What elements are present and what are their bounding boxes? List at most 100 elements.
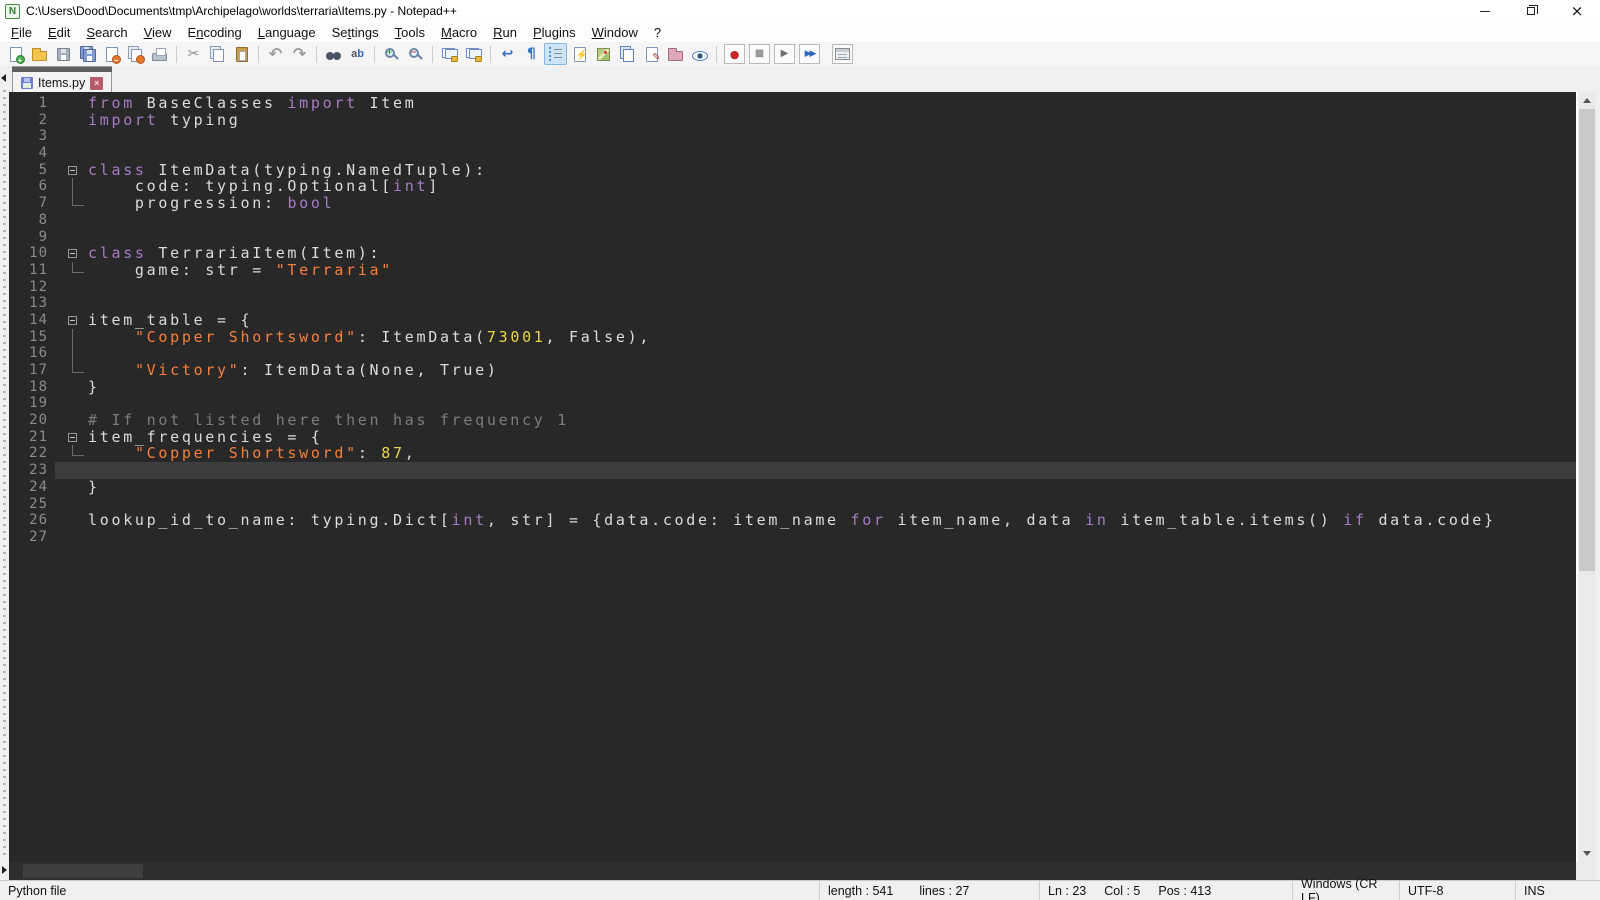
editor-line[interactable]: 20# If not listed here then has frequenc… xyxy=(9,412,1576,429)
menu-plugins[interactable]: Plugins xyxy=(525,23,584,42)
sync-horizontal-scroll-button[interactable] xyxy=(462,43,485,65)
record-macro-button[interactable]: ● xyxy=(724,44,745,64)
editor-line[interactable]: 8 xyxy=(9,212,1576,229)
menu-encoding[interactable]: Encoding xyxy=(180,23,250,42)
new-file-button[interactable]: + xyxy=(4,43,27,65)
fold-margin-collapse[interactable] xyxy=(55,312,88,329)
menu-view[interactable]: View xyxy=(136,23,180,42)
status-encoding[interactable]: UTF-8 xyxy=(1400,881,1516,900)
close-all-button[interactable] xyxy=(124,43,147,65)
fold-margin-collapse[interactable] xyxy=(55,245,88,262)
editor-line[interactable]: 4 xyxy=(9,145,1576,162)
menu-run[interactable]: Run xyxy=(485,23,525,42)
editor-line[interactable]: 1from BaseClasses import Item xyxy=(9,95,1576,112)
open-file-button[interactable] xyxy=(28,43,51,65)
save-file-button[interactable] xyxy=(52,43,75,65)
editor-line[interactable]: 5class ItemData(typing.NamedTuple): xyxy=(9,162,1576,179)
show-indent-guide-button[interactable] xyxy=(544,43,567,65)
editor-line[interactable]: 22 "Copper Shortsword": 87, xyxy=(9,445,1576,462)
menu-settings[interactable]: Settings xyxy=(324,23,387,42)
document-list-button[interactable] xyxy=(616,43,639,65)
editor-line[interactable]: 17 "Victory": ItemData(None, True) xyxy=(9,362,1576,379)
editor-line[interactable]: 27 xyxy=(9,529,1576,546)
menu-file[interactable]: File xyxy=(3,23,40,42)
editor-line[interactable]: 21item_frequencies = { xyxy=(9,429,1576,446)
document-map-button[interactable] xyxy=(592,43,615,65)
editor-line[interactable]: 14item_table = { xyxy=(9,312,1576,329)
editor-line[interactable]: 19 xyxy=(9,395,1576,412)
menu-tools[interactable]: Tools xyxy=(387,23,433,42)
scroll-down-button[interactable] xyxy=(1578,845,1596,862)
editor-current-line[interactable]: 23 xyxy=(9,462,1576,479)
define-language-button[interactable]: ✎ xyxy=(640,43,663,65)
dock-splitter[interactable] xyxy=(0,66,9,880)
undo-button[interactable]: ↶ xyxy=(264,43,287,65)
vertical-scrollbar-thumb[interactable] xyxy=(1579,109,1595,571)
editor-line[interactable]: 9 xyxy=(9,229,1576,246)
show-all-characters-button[interactable]: ¶ xyxy=(520,43,543,65)
editor-line[interactable]: 25 xyxy=(9,496,1576,513)
run-macro-multiple-button[interactable]: ▶▶ xyxy=(799,44,820,64)
editor-line[interactable]: 15 "Copper Shortsword": ItemData(73001, … xyxy=(9,329,1576,346)
vertical-scrollbar[interactable] xyxy=(1576,92,1596,862)
find-button[interactable] xyxy=(322,43,345,65)
line-number: 13 xyxy=(9,295,55,312)
sync-vertical-scroll-button[interactable] xyxy=(438,43,461,65)
status-insert-mode[interactable]: INS xyxy=(1516,881,1600,900)
function-list-button[interactable]: ⚡ xyxy=(568,43,591,65)
zoom-in-button[interactable]: + xyxy=(380,43,403,65)
menu-edit[interactable]: Edit xyxy=(40,23,78,42)
fold-margin-collapse[interactable] xyxy=(55,162,88,179)
redo-button[interactable]: ↷ xyxy=(288,43,311,65)
editor-line[interactable]: 12 xyxy=(9,279,1576,296)
editor-line[interactable]: 16 xyxy=(9,345,1576,362)
print-button[interactable] xyxy=(148,43,171,65)
line-number: 8 xyxy=(9,212,55,229)
restore-button[interactable] xyxy=(1508,0,1554,22)
playback-macro-button[interactable]: ▶ xyxy=(774,44,795,64)
menu-language[interactable]: Language xyxy=(250,23,324,42)
folder-as-workspace-button[interactable] xyxy=(664,43,687,65)
menu-window[interactable]: Window xyxy=(584,23,646,42)
zoom-out-button[interactable]: − xyxy=(404,43,427,65)
editor-line[interactable]: 7 progression: bool xyxy=(9,195,1576,212)
code-editor[interactable]: 1from BaseClasses import Item2import typ… xyxy=(9,92,1576,862)
editor-line[interactable]: 26lookup_id_to_name: typing.Dict[int, st… xyxy=(9,512,1576,529)
stop-macro-button[interactable]: ■ xyxy=(749,44,770,64)
close-button[interactable]: × xyxy=(1554,0,1600,22)
menu-[interactable]: ? xyxy=(646,23,669,42)
editor-line[interactable]: 2import typing xyxy=(9,112,1576,129)
zoom-out-icon: − xyxy=(409,48,419,58)
window-controls: × xyxy=(1462,0,1600,22)
line-number: 6 xyxy=(9,178,55,195)
title-bar: N C:\Users\Dood\Documents\tmp\Archipelag… xyxy=(0,0,1600,22)
status-eol-format[interactable]: Windows (CR LF) xyxy=(1293,881,1400,900)
editor-line[interactable]: 3 xyxy=(9,128,1576,145)
fold-margin-collapse[interactable] xyxy=(55,429,88,446)
replace-button[interactable]: ab xyxy=(346,43,369,65)
editor-line[interactable]: 10class TerrariaItem(Item): xyxy=(9,245,1576,262)
editor-line[interactable]: 11 game: str = "Terraria" xyxy=(9,262,1576,279)
paste-button[interactable] xyxy=(230,43,253,65)
save-all-button[interactable] xyxy=(76,43,99,65)
minimize-button[interactable] xyxy=(1462,0,1508,22)
horizontal-scrollbar-thumb[interactable] xyxy=(23,864,143,878)
monitoring-button[interactable] xyxy=(688,43,711,65)
tab-items-py[interactable]: Items.py × xyxy=(12,66,112,92)
copy-button[interactable] xyxy=(206,43,229,65)
editor-line[interactable]: 6 code: typing.Optional[int] xyxy=(9,178,1576,195)
print-icon xyxy=(152,53,167,61)
close-file-button[interactable]: − xyxy=(100,43,123,65)
save-macro-button[interactable] xyxy=(832,44,853,64)
editor-line[interactable]: 18} xyxy=(9,379,1576,396)
word-wrap-button[interactable]: ↩ xyxy=(496,43,519,65)
sync-vertical-scroll-icon xyxy=(442,48,458,61)
editor-line[interactable]: 13 xyxy=(9,295,1576,312)
cut-button[interactable]: ✂ xyxy=(182,43,205,65)
menu-search[interactable]: Search xyxy=(78,23,135,42)
scroll-up-button[interactable] xyxy=(1578,92,1596,109)
tab-close-icon[interactable]: × xyxy=(90,77,103,90)
editor-line[interactable]: 24} xyxy=(9,479,1576,496)
code-text: item_frequencies = { xyxy=(88,429,1576,446)
menu-macro[interactable]: Macro xyxy=(433,23,485,42)
